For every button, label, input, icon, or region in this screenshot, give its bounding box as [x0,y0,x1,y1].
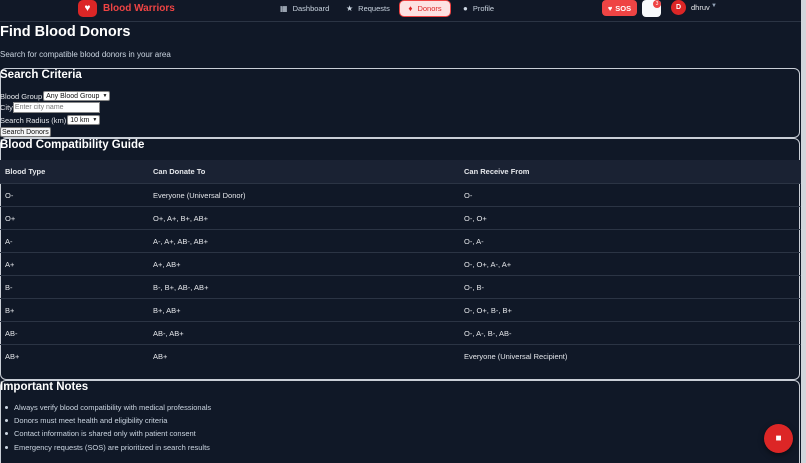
header-donate-to: Can Donate To [153,167,206,176]
cell-blood-type: A- [5,237,13,246]
robot-icon: ■ [775,433,782,444]
page-subtitle: Search for compatible blood donors in yo… [0,50,171,59]
search-criteria-title: Search Criteria [0,69,82,81]
cell-donate-to: Everyone (Universal Donor) [153,191,246,200]
bullet-icon [5,446,8,449]
cell-receive-from: O-, A-, B-, AB- [464,329,512,338]
avatar[interactable]: D [671,0,686,15]
drop-icon: ♦ [408,4,413,13]
table-row: AB+ AB+ Everyone (Universal Recipient) [0,344,801,367]
table-row: B- B-, B+, AB-, AB+ O-, B- [0,275,801,298]
note-text: Contact information is shared only with … [14,429,196,438]
note-text: Donors must meet health and eligibility … [14,416,168,425]
blood-group-value: Any Blood Group [46,92,100,100]
compatibility-title: Blood Compatibility Guide [0,139,145,151]
cell-donate-to: AB-, AB+ [153,329,184,338]
notification-badge: 3 [653,0,661,8]
search-donors-button[interactable]: Search Donors [0,127,51,137]
nav-dashboard-label: Dashboard [292,3,330,13]
radius-value: 10 km [70,116,90,124]
brand[interactable]: ♥ Blood Warriors [78,0,175,17]
cell-receive-from: O-, O+, A-, A+ [464,260,512,269]
username[interactable]: dhruv [691,3,710,12]
chevron-down-icon: ▼ [102,93,108,99]
nav-donors[interactable]: ♦ Donors [399,0,451,17]
city-label: City [0,103,13,112]
notes-title: Important Notes [0,381,89,393]
nav-profile-label: Profile [472,3,495,13]
chevron-down-icon[interactable]: ▼ [711,3,717,9]
table-row: O- Everyone (Universal Donor) O- [0,183,801,206]
header-blood-type: Blood Type [5,167,46,176]
page-title: Find Blood Donors [0,24,131,40]
nav-donors-label: Donors [417,4,442,13]
search-criteria-panel [0,68,800,138]
list-item: Contact information is shared only with … [5,429,196,438]
table-row: A- A-, A+, AB-, AB+ O-, A- [0,229,801,252]
cell-receive-from: O-, O+, B-, B+ [464,306,512,315]
navbar: ♥ Blood Warriors ▦ Dashboard ★ Requests … [0,0,806,22]
cell-donate-to: B+, AB+ [153,306,181,315]
grid-icon: ▦ [280,3,288,13]
radius-label: Search Radius (km) [0,115,67,125]
blood-group-select[interactable]: Any Blood Group ▼ [43,91,111,101]
header-receive-from: Can Receive From [464,167,530,176]
bullet-icon [5,432,8,435]
radius-select[interactable]: 10 km ▼ [67,115,101,125]
note-text: Always verify blood compatibility with m… [14,403,212,412]
cell-donate-to: B-, B+, AB-, AB+ [153,283,209,292]
list-item: Emergency requests (SOS) are prioritized… [5,443,210,452]
nav-dashboard[interactable]: ▦ Dashboard [274,0,335,16]
city-input[interactable]: Enter city name [12,102,100,113]
cell-receive-from: Everyone (Universal Recipient) [464,352,568,361]
cell-donate-to: A-, A+, AB-, AB+ [153,237,209,246]
scrollbar[interactable] [801,0,806,463]
list-item: Donors must meet health and eligibility … [5,416,167,425]
cell-blood-type: AB+ [5,352,20,361]
cell-blood-type: O- [5,191,14,200]
nav-profile[interactable]: ● Profile [457,0,500,16]
list-item: Always verify blood compatibility with m… [5,403,211,412]
table-row: A+ A+, AB+ O-, O+, A-, A+ [0,252,801,275]
cell-donate-to: A+, AB+ [153,260,181,269]
table-row: AB- AB-, AB+ O-, A-, B-, AB- [0,321,801,344]
cell-receive-from: O-, A- [464,237,484,246]
nav-requests-label: Requests [358,3,390,13]
heart-icon: ♥ [78,0,97,17]
user-icon: ● [463,3,468,13]
table-row: O+ O+, A+, B+, AB+ O-, O+ [0,206,801,229]
bullet-icon [5,406,8,409]
cell-blood-type: O+ [5,214,16,223]
sos-button[interactable]: ♥ SOS [602,0,637,16]
cell-receive-from: O-, O+ [464,214,487,223]
chevron-down-icon: ▼ [92,117,98,123]
cell-blood-type: A+ [5,260,15,269]
table-row: B+ B+, AB+ O-, O+, B-, B+ [0,298,801,321]
cell-blood-type: B- [5,283,13,292]
cell-blood-type: B+ [5,306,15,315]
radius-field: Search Radius (km) 10 km ▼ [0,115,101,125]
cell-blood-type: AB- [5,329,18,338]
app-frame: ♥ Blood Warriors ▦ Dashboard ★ Requests … [0,0,806,463]
city-field: City Enter city name [0,102,100,113]
chatbot-button[interactable]: ■ [764,424,793,453]
blood-group-label: Blood Group [0,91,43,101]
cell-donate-to: O+, A+, B+, AB+ [153,214,209,223]
table-header: Blood Type Can Donate To Can Receive Fro… [0,160,801,183]
blood-group-field: Blood Group Any Blood Group ▼ [0,91,111,101]
bullet-icon [5,419,8,422]
star-icon: ★ [346,3,354,13]
brand-name: Blood Warriors [103,3,175,14]
cell-donate-to: AB+ [153,352,168,361]
note-text: Emergency requests (SOS) are prioritized… [14,443,210,452]
cell-receive-from: O-, B- [464,283,484,292]
cell-receive-from: O- [464,191,473,200]
nav-requests[interactable]: ★ Requests [340,0,396,16]
heart-icon: ♥ [607,3,613,13]
sos-label: SOS [615,3,632,13]
